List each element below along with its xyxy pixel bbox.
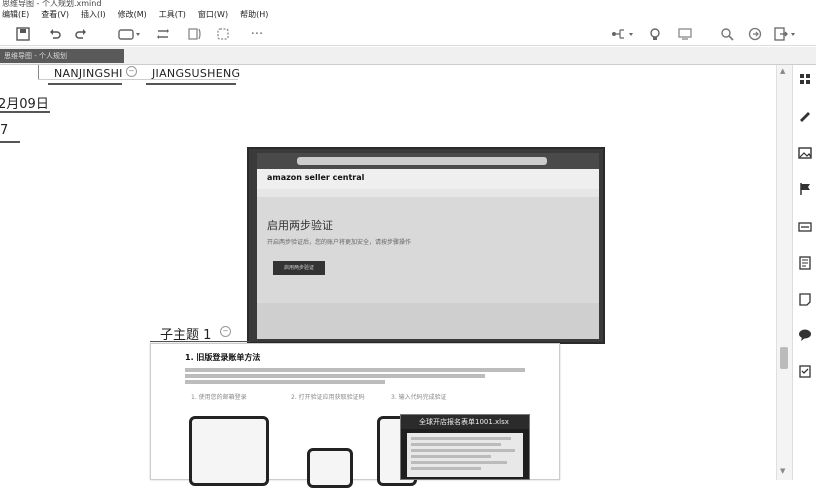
boundary-icon[interactable] xyxy=(214,25,232,43)
menu-tools[interactable]: 工具(T) xyxy=(159,8,186,22)
phone-illustration xyxy=(307,448,353,488)
topic-nanjingshi[interactable]: NANJINGSHI xyxy=(54,67,123,80)
window-title: 思维导图 - 个人规划.xmind xyxy=(2,0,102,8)
document-step-3: 3. 输入代码完成验证 xyxy=(391,394,447,401)
topic-underline xyxy=(146,83,236,85)
menu-window[interactable]: 窗口(W) xyxy=(198,8,228,22)
collapse-toggle[interactable]: − xyxy=(220,326,231,337)
device-illustration xyxy=(189,416,269,486)
text-line xyxy=(185,374,485,378)
document-step-1: 1. 使用您的邮箱登录 xyxy=(191,394,247,401)
page-nav xyxy=(257,189,599,197)
amazon-logo: amazon seller central xyxy=(267,173,365,182)
right-side-panel xyxy=(792,65,816,480)
undo-icon[interactable] xyxy=(46,25,64,43)
document-heading: 1. 旧版登录账单方法 xyxy=(185,353,261,362)
flag-icon[interactable] xyxy=(797,181,813,197)
menu-modify[interactable]: 修改(M) xyxy=(118,8,147,22)
screenshot-title: 启用两步验证 xyxy=(267,219,333,232)
more-icon[interactable]: ··· xyxy=(244,25,270,43)
image-icon[interactable] xyxy=(797,145,813,161)
toolbar: ··· xyxy=(0,22,816,46)
insert-topic-icon[interactable] xyxy=(116,25,144,43)
document-step-2: 2. 打开验证应用获取验证码 xyxy=(291,394,365,401)
notes-icon[interactable] xyxy=(797,291,813,307)
document-tab[interactable]: 思维导图 - 个人规划 xyxy=(0,49,124,63)
window-preview-popup[interactable]: 全球开店报名表单1001.xlsx xyxy=(400,414,530,480)
format-icon[interactable] xyxy=(797,71,813,87)
mindmap-structure-icon[interactable] xyxy=(608,25,638,43)
vertical-scrollbar[interactable]: ▲ ▼ xyxy=(776,65,792,480)
menu-bar: 编辑(E) 查看(V) 插入(I) 修改(M) 工具(T) 窗口(W) 帮助(H… xyxy=(0,8,816,22)
menu-help[interactable]: 帮助(H) xyxy=(240,8,268,22)
topic-date[interactable]: 2月09日 xyxy=(0,93,49,112)
screenshot-subtitle: 开启两步验证后，您的账户将更加安全，请按步骤操作 xyxy=(267,239,412,246)
marker-icon[interactable] xyxy=(797,107,813,123)
collapse-toggle[interactable]: − xyxy=(126,66,137,77)
save-icon[interactable] xyxy=(14,25,32,43)
browser-address-bar xyxy=(257,153,599,169)
task-icon[interactable] xyxy=(797,363,813,379)
menu-view[interactable]: 查看(V) xyxy=(41,8,69,22)
screenshot-footer xyxy=(257,303,599,339)
scroll-down-icon[interactable]: ▼ xyxy=(780,467,785,475)
text-line xyxy=(185,368,525,372)
relationship-icon[interactable] xyxy=(154,25,172,43)
export-icon[interactable] xyxy=(772,25,800,43)
menu-edit[interactable]: 编辑(E) xyxy=(2,8,29,22)
topic-jiangsusheng[interactable]: JIANGSUSHENG xyxy=(152,67,240,80)
comments-icon[interactable] xyxy=(797,327,813,343)
menu-insert[interactable]: 插入(I) xyxy=(81,8,106,22)
document-tab-strip: 思维导图 - 个人规划 xyxy=(0,47,816,65)
screenshot-content: amazon seller central 启用两步验证 开启两步验证后，您的账… xyxy=(257,153,599,339)
connector-line xyxy=(38,65,39,79)
label-icon[interactable] xyxy=(797,219,813,235)
scrollbar-thumb[interactable] xyxy=(780,347,788,369)
outline-icon[interactable] xyxy=(797,255,813,271)
popup-preview xyxy=(407,433,523,477)
text-line xyxy=(185,380,385,384)
redo-icon[interactable] xyxy=(72,25,90,43)
summary-icon[interactable] xyxy=(186,25,204,43)
presentation-icon[interactable] xyxy=(676,25,694,43)
search-icon[interactable] xyxy=(718,25,736,43)
topic-underline xyxy=(0,111,50,113)
topic-underline xyxy=(150,341,250,342)
topic-underline xyxy=(0,141,20,143)
screenshot-enable-button: 启用两步验证 xyxy=(273,261,325,275)
attached-image-seller-central[interactable]: amazon seller central 启用两步验证 开启两步验证后，您的账… xyxy=(247,147,605,344)
popup-title: 全球开店报名表单1001.xlsx xyxy=(401,415,529,429)
scroll-up-icon[interactable]: ▲ xyxy=(780,67,785,75)
share-icon[interactable] xyxy=(746,25,764,43)
idea-icon[interactable] xyxy=(646,25,664,43)
topic-seven[interactable]: 7 xyxy=(0,123,8,138)
topic-underline xyxy=(48,83,122,85)
